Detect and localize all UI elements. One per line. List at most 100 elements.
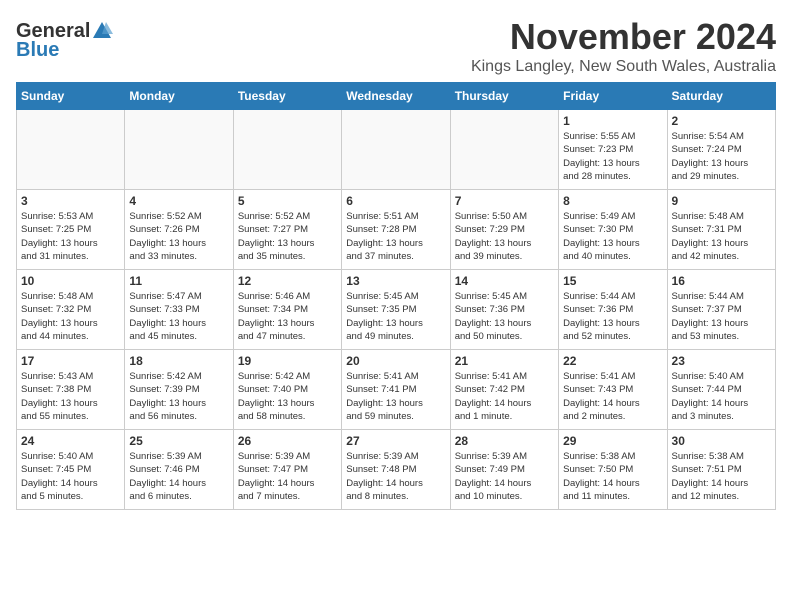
calendar-cell (342, 110, 450, 190)
day-info: Sunrise: 5:38 AM Sunset: 7:50 PM Dayligh… (563, 450, 662, 503)
weekday-header: Wednesday (342, 83, 450, 110)
weekday-header: Friday (559, 83, 667, 110)
day-info: Sunrise: 5:44 AM Sunset: 7:36 PM Dayligh… (563, 290, 662, 343)
day-number: 26 (238, 434, 337, 448)
calendar-cell: 23Sunrise: 5:40 AM Sunset: 7:44 PM Dayli… (667, 350, 775, 430)
calendar-cell (125, 110, 233, 190)
day-info: Sunrise: 5:42 AM Sunset: 7:40 PM Dayligh… (238, 370, 337, 423)
calendar-cell: 28 Sunrise: 5:39 AM Sunset: 7:49 PM Dayli… (450, 430, 558, 510)
day-number: 20 (346, 354, 445, 368)
calendar-week-row: 10Sunrise: 5:48 AM Sunset: 7:32 PM Dayli… (17, 270, 776, 350)
calendar-cell: 5 Sunrise: 5:52 AM Sunset: 7:27 PM Daylig… (233, 190, 341, 270)
day-number: 10 (21, 274, 120, 288)
calendar-cell: 15 Sunrise: 5:44 AM Sunset: 7:36 PM Dayli… (559, 270, 667, 350)
day-info: Sunrise: 5:39 AM Sunset: 7:46 PM Dayligh… (129, 450, 228, 503)
calendar-cell: 20 Sunrise: 5:41 AM Sunset: 7:41 PM Dayli… (342, 350, 450, 430)
calendar-cell: 1Sunrise: 5:55 AM Sunset: 7:23 PM Daylig… (559, 110, 667, 190)
weekday-header: Tuesday (233, 83, 341, 110)
day-info: Sunrise: 5:46 AM Sunset: 7:34 PM Dayligh… (238, 290, 337, 343)
calendar-week-row: 24Sunrise: 5:40 AM Sunset: 7:45 PM Dayli… (17, 430, 776, 510)
calendar-cell: 6 Sunrise: 5:51 AM Sunset: 7:28 PM Daylig… (342, 190, 450, 270)
day-number: 9 (672, 194, 771, 208)
day-number: 15 (563, 274, 662, 288)
calendar-week-row: 17 Sunrise: 5:43 AM Sunset: 7:38 PM Dayli… (17, 350, 776, 430)
location-title: Kings Langley, New South Wales, Australi… (113, 58, 776, 76)
day-number: 3 (21, 194, 120, 208)
day-info: Sunrise: 5:39 AM Sunset: 7:48 PM Dayligh… (346, 450, 445, 503)
day-info: Sunrise: 5:52 AM Sunset: 7:26 PM Dayligh… (129, 210, 228, 263)
day-number: 13 (346, 274, 445, 288)
day-info: Sunrise: 5:40 AM Sunset: 7:45 PM Dayligh… (21, 450, 120, 503)
logo-blue: Blue (16, 39, 59, 62)
day-info: Sunrise: 5:39 AM Sunset: 7:49 PM Dayligh… (455, 450, 554, 503)
calendar-cell: 4Sunrise: 5:52 AM Sunset: 7:26 PM Daylig… (125, 190, 233, 270)
day-info: Sunrise: 5:52 AM Sunset: 7:27 PM Dayligh… (238, 210, 337, 263)
day-info: Sunrise: 5:41 AM Sunset: 7:41 PM Dayligh… (346, 370, 445, 423)
calendar-cell: 19 Sunrise: 5:42 AM Sunset: 7:40 PM Dayli… (233, 350, 341, 430)
page-header: General Blue November 2024 Kings Langley… (16, 16, 776, 76)
day-number: 12 (238, 274, 337, 288)
calendar-cell: 17 Sunrise: 5:43 AM Sunset: 7:38 PM Dayli… (17, 350, 125, 430)
calendar-cell: 10Sunrise: 5:48 AM Sunset: 7:32 PM Dayli… (17, 270, 125, 350)
day-info: Sunrise: 5:51 AM Sunset: 7:28 PM Dayligh… (346, 210, 445, 263)
day-info: Sunrise: 5:54 AM Sunset: 7:24 PM Dayligh… (672, 130, 771, 183)
weekday-header: Monday (125, 83, 233, 110)
day-number: 6 (346, 194, 445, 208)
day-info: Sunrise: 5:48 AM Sunset: 7:31 PM Dayligh… (672, 210, 771, 263)
calendar-cell: 25Sunrise: 5:39 AM Sunset: 7:46 PM Dayli… (125, 430, 233, 510)
calendar-week-row: 3 Sunrise: 5:53 AM Sunset: 7:25 PM Daylig… (17, 190, 776, 270)
month-title: November 2024 (113, 16, 776, 58)
day-number: 7 (455, 194, 554, 208)
day-info: Sunrise: 5:38 AM Sunset: 7:51 PM Dayligh… (672, 450, 771, 503)
calendar-cell: 3 Sunrise: 5:53 AM Sunset: 7:25 PM Daylig… (17, 190, 125, 270)
calendar-cell: 8Sunrise: 5:49 AM Sunset: 7:30 PM Daylig… (559, 190, 667, 270)
day-number: 21 (455, 354, 554, 368)
day-number: 1 (563, 114, 662, 128)
day-number: 2 (672, 114, 771, 128)
day-info: Sunrise: 5:45 AM Sunset: 7:36 PM Dayligh… (455, 290, 554, 343)
day-info: Sunrise: 5:39 AM Sunset: 7:47 PM Dayligh… (238, 450, 337, 503)
calendar-cell: 16 Sunrise: 5:44 AM Sunset: 7:37 PM Dayli… (667, 270, 775, 350)
calendar-cell: 21 Sunrise: 5:41 AM Sunset: 7:42 PM Dayli… (450, 350, 558, 430)
weekday-header: Saturday (667, 83, 775, 110)
day-info: Sunrise: 5:44 AM Sunset: 7:37 PM Dayligh… (672, 290, 771, 343)
day-info: Sunrise: 5:50 AM Sunset: 7:29 PM Dayligh… (455, 210, 554, 263)
weekday-header: Sunday (17, 83, 125, 110)
calendar-cell (450, 110, 558, 190)
calendar-cell: 18Sunrise: 5:42 AM Sunset: 7:39 PM Dayli… (125, 350, 233, 430)
logo: General Blue (16, 20, 113, 62)
day-number: 17 (21, 354, 120, 368)
calendar-cell: 30 Sunrise: 5:38 AM Sunset: 7:51 PM Dayli… (667, 430, 775, 510)
title-area: November 2024 Kings Langley, New South W… (113, 16, 776, 76)
day-number: 29 (563, 434, 662, 448)
day-number: 5 (238, 194, 337, 208)
day-info: Sunrise: 5:47 AM Sunset: 7:33 PM Dayligh… (129, 290, 228, 343)
day-info: Sunrise: 5:41 AM Sunset: 7:42 PM Dayligh… (455, 370, 554, 423)
day-number: 11 (129, 274, 228, 288)
calendar-cell: 7 Sunrise: 5:50 AM Sunset: 7:29 PM Daylig… (450, 190, 558, 270)
day-info: Sunrise: 5:53 AM Sunset: 7:25 PM Dayligh… (21, 210, 120, 263)
calendar-cell: 12 Sunrise: 5:46 AM Sunset: 7:34 PM Dayli… (233, 270, 341, 350)
calendar-cell: 22Sunrise: 5:41 AM Sunset: 7:43 PM Dayli… (559, 350, 667, 430)
day-number: 23 (672, 354, 771, 368)
day-number: 18 (129, 354, 228, 368)
day-number: 8 (563, 194, 662, 208)
weekday-header: Thursday (450, 83, 558, 110)
calendar-cell (17, 110, 125, 190)
calendar-cell (233, 110, 341, 190)
day-number: 27 (346, 434, 445, 448)
day-number: 14 (455, 274, 554, 288)
weekday-header-row: SundayMondayTuesdayWednesdayThursdayFrid… (17, 83, 776, 110)
calendar-cell: 26 Sunrise: 5:39 AM Sunset: 7:47 PM Dayli… (233, 430, 341, 510)
day-info: Sunrise: 5:41 AM Sunset: 7:43 PM Dayligh… (563, 370, 662, 423)
day-number: 19 (238, 354, 337, 368)
day-number: 16 (672, 274, 771, 288)
calendar-table: SundayMondayTuesdayWednesdayThursdayFrid… (16, 82, 776, 510)
day-info: Sunrise: 5:43 AM Sunset: 7:38 PM Dayligh… (21, 370, 120, 423)
logo-icon (91, 20, 113, 42)
day-number: 28 (455, 434, 554, 448)
calendar-cell: 11 Sunrise: 5:47 AM Sunset: 7:33 PM Dayli… (125, 270, 233, 350)
day-number: 30 (672, 434, 771, 448)
calendar-cell: 24Sunrise: 5:40 AM Sunset: 7:45 PM Dayli… (17, 430, 125, 510)
calendar-cell: 29 Sunrise: 5:38 AM Sunset: 7:50 PM Dayli… (559, 430, 667, 510)
